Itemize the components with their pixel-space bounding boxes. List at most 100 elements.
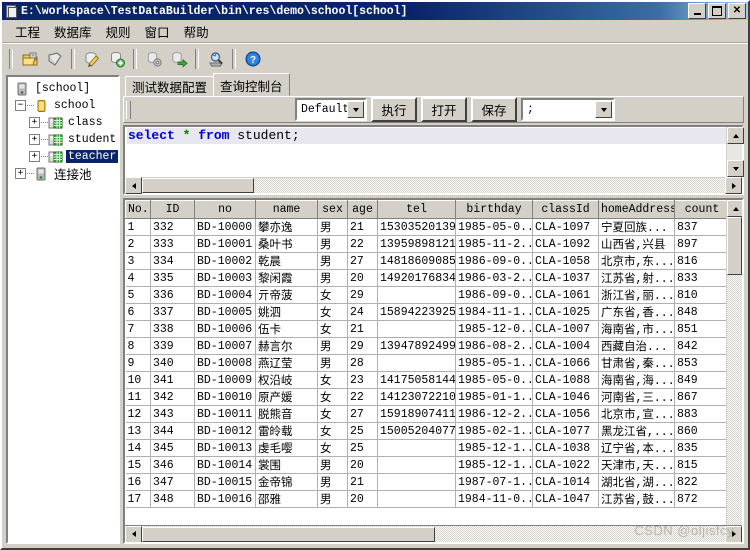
tab-test-data-config[interactable]: 测试数据配置 bbox=[125, 76, 215, 96]
table-cell[interactable]: 348 bbox=[150, 490, 195, 508]
table-cell[interactable]: CLA-1061 bbox=[532, 286, 599, 304]
chevron-down-icon[interactable] bbox=[347, 101, 364, 118]
tree-expander-expand[interactable]: + bbox=[29, 134, 40, 145]
column-header-classid[interactable]: classId bbox=[532, 200, 599, 219]
table-cell[interactable]: 14 bbox=[125, 439, 151, 457]
table-cell[interactable]: 攀亦逸 bbox=[255, 218, 318, 236]
table-cell[interactable]: 23 bbox=[347, 371, 378, 389]
table-cell[interactable]: 浙江省,丽... bbox=[598, 286, 675, 304]
column-header-name[interactable]: name bbox=[255, 200, 318, 219]
table-cell[interactable]: CLA-1077 bbox=[532, 422, 599, 440]
table-cell[interactable]: 8 bbox=[125, 337, 151, 355]
table-cell[interactable]: 西藏自治... bbox=[598, 337, 675, 355]
table-cell[interactable]: 334 bbox=[150, 252, 195, 270]
table-cell[interactable] bbox=[377, 473, 456, 491]
table-cell[interactable]: BD-10007 bbox=[194, 337, 256, 355]
table-cell[interactable]: 1984-11-0... bbox=[455, 490, 533, 508]
table-cell[interactable]: 1986-08-2... bbox=[455, 337, 533, 355]
tree-expander-expand[interactable]: + bbox=[15, 168, 26, 179]
table-cell[interactable]: 权沿岐 bbox=[255, 371, 318, 389]
table-cell[interactable]: CLA-1046 bbox=[532, 388, 599, 406]
scroll-up-button[interactable] bbox=[727, 127, 744, 144]
scroll-right-button[interactable] bbox=[725, 177, 742, 194]
table-cell[interactable]: 21 bbox=[347, 320, 378, 338]
table-cell[interactable]: 男 bbox=[317, 337, 348, 355]
tree-expander-expand[interactable]: + bbox=[29, 117, 40, 128]
table-cell[interactable]: 341 bbox=[150, 371, 195, 389]
table-cell[interactable]: 15005204077 bbox=[377, 422, 456, 440]
table-row[interactable]: 4335BD-10003黎闲霞男20149201768341986-03-2..… bbox=[125, 269, 726, 287]
table-cell[interactable]: 336 bbox=[150, 286, 195, 304]
grid-horizontal-scrollbar[interactable] bbox=[125, 525, 742, 542]
column-header-no[interactable]: No. bbox=[125, 200, 151, 219]
table-cell[interactable]: 女 bbox=[317, 303, 348, 321]
table-cell[interactable]: 860 bbox=[674, 422, 726, 440]
table-cell[interactable]: 22 bbox=[347, 388, 378, 406]
tree-item-school[interactable]: − school bbox=[11, 97, 118, 114]
column-header-id[interactable]: ID bbox=[150, 200, 195, 219]
table-cell[interactable]: 872 bbox=[674, 490, 726, 508]
table-cell[interactable]: 赫言尔 bbox=[255, 337, 318, 355]
table-cell[interactable]: 邵雅 bbox=[255, 490, 318, 508]
table-cell[interactable]: 333 bbox=[150, 235, 195, 253]
table-row[interactable]: 7338BD-10006伍卡女21 1985-12-0...CLA-1007海南省… bbox=[125, 320, 726, 338]
help-question-icon[interactable]: ? bbox=[240, 47, 265, 71]
table-row[interactable]: 8339BD-10007赫言尔男29139478924991986-08-2..… bbox=[125, 337, 726, 355]
table-cell[interactable]: CLA-1004 bbox=[532, 337, 599, 355]
tree-expander-collapse[interactable]: − bbox=[15, 100, 26, 111]
table-cell[interactable] bbox=[377, 286, 456, 304]
table-cell[interactable]: 3 bbox=[125, 252, 151, 270]
table-cell[interactable]: 男 bbox=[317, 490, 348, 508]
menu-item-database[interactable]: 数据库 bbox=[47, 20, 99, 43]
grid-scroll-right-button[interactable] bbox=[725, 525, 742, 542]
table-cell[interactable]: 853 bbox=[674, 354, 726, 372]
object-tree-panel[interactable]: [school] − school + class + student + te… bbox=[6, 75, 120, 544]
table-cell[interactable]: BD-10003 bbox=[194, 269, 256, 287]
add-database-icon[interactable] bbox=[104, 47, 129, 71]
table-cell[interactable]: 女 bbox=[317, 422, 348, 440]
table-cell[interactable]: 7 bbox=[125, 320, 151, 338]
table-cell[interactable]: 女 bbox=[317, 371, 348, 389]
table-cell[interactable]: 1985-12-1... bbox=[455, 439, 533, 457]
table-cell[interactable] bbox=[377, 439, 456, 457]
table-cell[interactable]: 女 bbox=[317, 388, 348, 406]
table-cell[interactable]: 13 bbox=[125, 422, 151, 440]
table-cell[interactable]: 27 bbox=[347, 405, 378, 423]
table-cell[interactable]: 835 bbox=[674, 439, 726, 457]
table-cell[interactable]: 1986-09-0... bbox=[455, 286, 533, 304]
table-row[interactable]: 11 342 BD-10010 原产媛女 22 14123072210 1985-01-1.… bbox=[125, 388, 726, 406]
table-cell[interactable]: 339 bbox=[150, 337, 195, 355]
table-row[interactable]: 15346BD-10014裳围男20 1985-12-1...CLA-1022天津… bbox=[125, 456, 726, 474]
table-row[interactable]: 2333BD-10001桑叶书男22139598981211985-11-2..… bbox=[125, 235, 726, 253]
table-cell[interactable]: 1986-12-2... bbox=[455, 405, 533, 423]
results-grid-panel[interactable]: No. ID no name sex age tel birthday clas… bbox=[123, 198, 744, 544]
table-cell[interactable]: BD-10002 bbox=[194, 252, 256, 270]
table-cell[interactable]: 13959898121 bbox=[377, 235, 456, 253]
table-cell[interactable]: 江苏省,射... bbox=[598, 269, 675, 287]
table-cell[interactable]: 15894223925 bbox=[377, 303, 456, 321]
table-cell[interactable]: 1985-01-1... bbox=[455, 388, 533, 406]
tree-item-class[interactable]: + class bbox=[11, 114, 118, 131]
table-row[interactable]: 10 341 BD-10009 权沿岐女 23 14175058144 1985-05-0.… bbox=[125, 371, 726, 389]
table-row[interactable]: 3334BD-10002乾晨男27148186090851986-09-0...… bbox=[125, 252, 726, 270]
table-cell[interactable]: 女 bbox=[317, 286, 348, 304]
table-cell[interactable]: 女 bbox=[317, 320, 348, 338]
table-cell[interactable]: 燕辽莹 bbox=[255, 354, 318, 372]
table-cell[interactable]: 343 bbox=[150, 405, 195, 423]
table-cell[interactable]: 男 bbox=[317, 269, 348, 287]
table-cell[interactable]: 848 bbox=[674, 303, 726, 321]
table-cell[interactable]: 原产媛 bbox=[255, 388, 318, 406]
table-cell[interactable]: 女 bbox=[317, 439, 348, 457]
table-cell[interactable]: CLA-1066 bbox=[532, 354, 599, 372]
table-cell[interactable]: 20 bbox=[347, 490, 378, 508]
table-cell[interactable]: 14920176834 bbox=[377, 269, 456, 287]
table-cell[interactable]: 14123072210 bbox=[377, 388, 456, 406]
table-cell[interactable]: 湖北省,湖... bbox=[598, 473, 675, 491]
table-cell[interactable]: 815 bbox=[674, 456, 726, 474]
table-cell[interactable]: 广东省,香... bbox=[598, 303, 675, 321]
table-cell[interactable]: 346 bbox=[150, 456, 195, 474]
table-cell[interactable]: 29 bbox=[347, 337, 378, 355]
table-cell[interactable]: 脱熊音 bbox=[255, 405, 318, 423]
tree-item-teacher[interactable]: + teacher bbox=[11, 148, 118, 165]
table-cell[interactable]: 甘肃省,秦... bbox=[598, 354, 675, 372]
